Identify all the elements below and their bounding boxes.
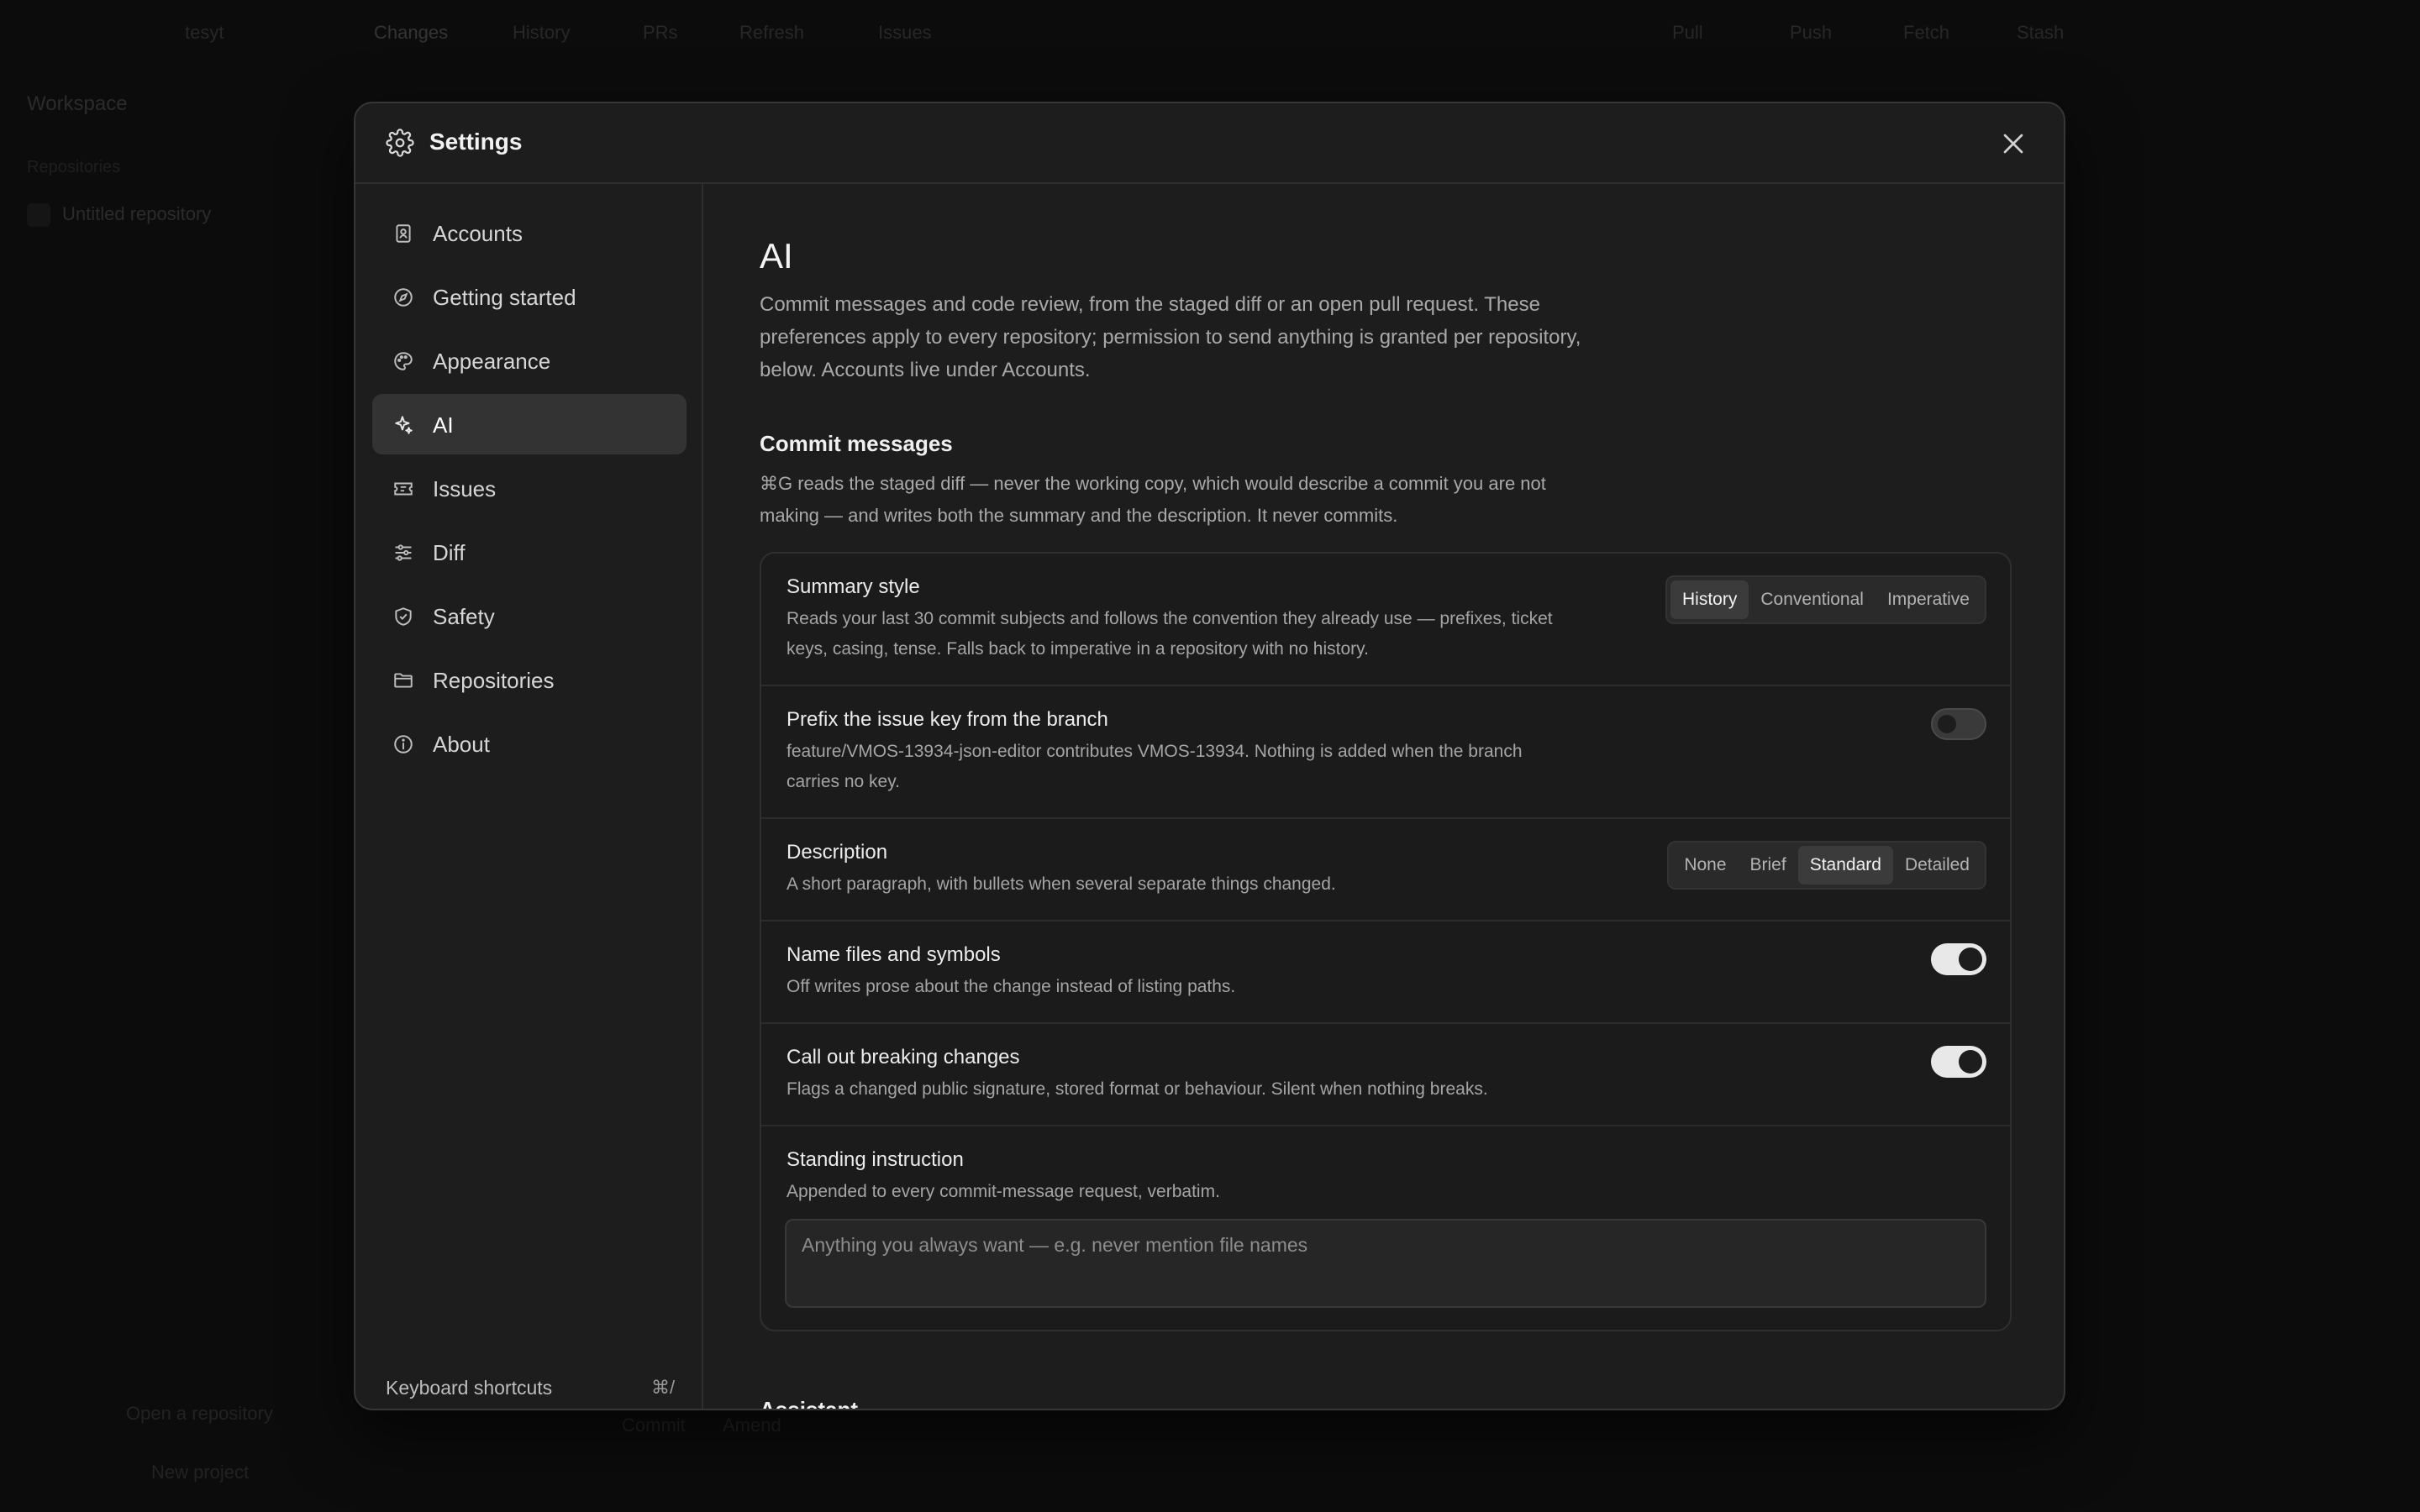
nav-item-label: Repositories [433, 668, 555, 693]
setting-row-description: Description A short paragraph, with bull… [761, 819, 2010, 921]
bg-open-repo: Open a repository [126, 1403, 273, 1424]
dialog-title: Settings [429, 129, 523, 155]
gear-icon [386, 129, 414, 157]
page-title: AI [760, 236, 793, 276]
summary-style-selector: History Conventional Imperative [1665, 575, 1986, 624]
toggle-knob [1959, 1050, 1982, 1074]
settings-content: AI Commit messages and code review, from… [705, 184, 2064, 1409]
nav-item-appearance[interactable]: Appearance [372, 330, 687, 391]
nav-item-safety[interactable]: Safety [372, 585, 687, 646]
background-toolbar: tesyt Changes History PRs Refresh Issues… [0, 0, 2420, 66]
nav-item-label: Getting started [433, 285, 576, 310]
settings-nav: Accounts Getting started Appearance AI I… [355, 184, 703, 1409]
option-conventional[interactable]: Conventional [1749, 580, 1876, 619]
bg-commit-tab: Commit [622, 1415, 686, 1436]
bg-new-project: New project [151, 1462, 250, 1483]
shield-icon [392, 606, 414, 627]
folder-icon [392, 669, 414, 691]
bg-push: Push [1790, 22, 1833, 43]
bg-pull: Pull [1672, 22, 1703, 43]
section-description: ⌘G reads the staged diff — never the wor… [760, 473, 1546, 526]
bg-repo-name: tesyt [185, 22, 224, 43]
user-card-icon [392, 223, 414, 244]
nav-item-label: About [433, 732, 490, 757]
nav-item-label: Safety [433, 604, 495, 629]
option-history[interactable]: History [1670, 580, 1749, 619]
close-button[interactable] [1996, 127, 2030, 160]
setting-title: Summary style [786, 575, 920, 598]
nav-item-label: Accounts [433, 221, 523, 246]
palette-icon [392, 350, 414, 372]
nav-item-label: Appearance [433, 349, 551, 374]
breaking-changes-toggle[interactable] [1931, 1046, 1986, 1078]
name-files-toggle[interactable] [1931, 943, 1986, 975]
section-title-commit-messages: Commit messages [760, 431, 953, 456]
nav-item-repositories[interactable]: Repositories [372, 649, 687, 710]
bg-amend-tab: Amend [723, 1415, 781, 1436]
option-none[interactable]: None [1672, 846, 1738, 885]
toggle-knob [1938, 715, 1956, 733]
bg-sidebar-row-label: Untitled repository [62, 203, 212, 224]
bg-tab-refresh: Refresh [739, 22, 805, 43]
nav-item-label: AI [433, 412, 454, 438]
bg-fetch: Fetch [1903, 22, 1950, 43]
setting-row-prefix-issue-key: Prefix the issue key from the branch fea… [761, 686, 2010, 819]
bg-repo-icon [27, 203, 50, 228]
settings-header: Settings [355, 103, 2064, 184]
keyboard-shortcuts-link[interactable]: Keyboard shortcuts [386, 1377, 552, 1399]
setting-title: Description [786, 841, 888, 864]
option-imperative[interactable]: Imperative [1876, 580, 1981, 619]
nav-item-getting-started[interactable]: Getting started [372, 266, 687, 327]
nav-item-about[interactable]: About [372, 713, 687, 774]
info-icon [392, 733, 414, 755]
option-brief[interactable]: Brief [1739, 846, 1798, 885]
bg-sidebar-subtitle: Repositories [27, 158, 121, 176]
bg-sidebar-row: Untitled repository [27, 203, 279, 232]
toggle-knob [1959, 948, 1982, 971]
setting-description: Flags a changed public signature, stored… [786, 1079, 1488, 1099]
sliders-icon [392, 542, 414, 564]
page-intro: Commit messages and code review, from th… [760, 293, 1581, 381]
ticket-icon [392, 478, 414, 500]
bg-tab-issues: Issues [878, 22, 932, 43]
setting-title: Call out breaking changes [786, 1046, 1020, 1068]
close-icon [2003, 134, 2023, 154]
settings-dialog: Settings Accounts Getting started Appear… [354, 102, 2065, 1410]
description-length-selector: None Brief Standard Detailed [1667, 841, 1986, 890]
nav-item-ai[interactable]: AI [372, 394, 687, 454]
standing-instruction-input[interactable]: Anything you always want — e.g. never me… [785, 1219, 1986, 1308]
compass-icon [392, 286, 414, 308]
keyboard-shortcut-hint: ⌘/ [651, 1377, 676, 1398]
nav-item-label: Diff [433, 540, 466, 565]
bg-tab-changes: Changes [374, 22, 449, 43]
setting-description: A short paragraph, with bullets when sev… [786, 874, 1336, 894]
setting-title: Name files and symbols [786, 943, 1001, 966]
setting-row-name-files: Name files and symbols Off writes prose … [761, 921, 2010, 1024]
bg-tab-prs: PRs [643, 22, 678, 43]
setting-description: Reads your last 30 commit subjects and f… [786, 609, 1553, 659]
nav-item-label: Issues [433, 476, 497, 501]
setting-row-standing-instruction: Standing instruction Appended to every c… [761, 1126, 2010, 1330]
setting-description: feature/VMOS-13934-json-editor contribut… [786, 742, 1523, 791]
option-detailed[interactable]: Detailed [1893, 846, 1981, 885]
setting-title: Prefix the issue key from the branch [786, 708, 1108, 731]
nav-item-issues[interactable]: Issues [372, 458, 687, 518]
setting-row-summary-style: Summary style Reads your last 30 commit … [761, 554, 2010, 686]
prefix-issue-key-toggle[interactable] [1931, 708, 1986, 740]
sparkle-icon [392, 414, 414, 436]
setting-description: Off writes prose about the change instea… [786, 977, 1236, 996]
commit-settings-card: Summary style Reads your last 30 commit … [760, 552, 2012, 1331]
setting-title: Standing instruction [786, 1148, 964, 1171]
bg-tab-history: History [513, 22, 571, 43]
bg-stash: Stash [2017, 22, 2065, 43]
bg-sidebar-title: Workspace [27, 92, 128, 115]
section-title-assistant: Assistant [760, 1397, 858, 1409]
option-standard[interactable]: Standard [1797, 846, 1893, 885]
nav-item-diff[interactable]: Diff [372, 522, 687, 582]
setting-description: Appended to every commit-message request… [786, 1182, 1220, 1201]
nav-item-accounts[interactable]: Accounts [372, 202, 687, 263]
setting-row-breaking-changes: Call out breaking changes Flags a change… [761, 1024, 2010, 1126]
